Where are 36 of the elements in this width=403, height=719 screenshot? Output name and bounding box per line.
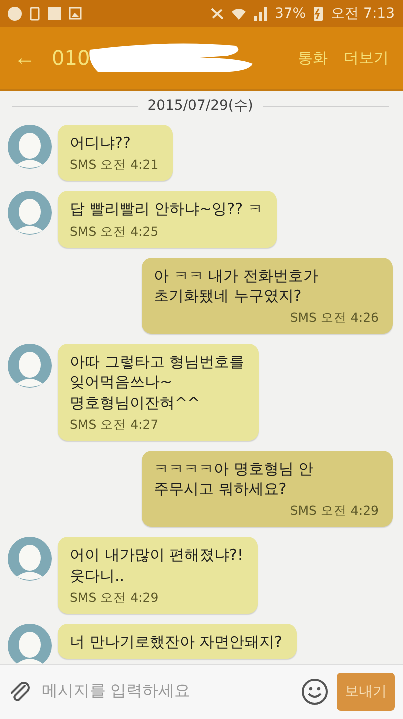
message-text: 답 빨리빨리 안하냐~잉?? ㅋ [70, 199, 263, 220]
message-time: SMS 오전 4:29 [70, 590, 160, 607]
message-text: 아 ㅋㅋ 내가 전화번호가 초기화됐네 누구였지? [154, 266, 320, 306]
message-text: 어이 내가많이 편해졌냐?! 웃다니.. [70, 545, 244, 586]
message-time: SMS 오전 4:21 [70, 157, 159, 174]
message-text: 아따 그렇타고 형님번호를 잊어먹음쓰나~ 명호형님이잔혀^^ [70, 352, 245, 413]
send-button[interactable]: 보내기 [337, 673, 395, 711]
contact-number: 010 [52, 46, 90, 70]
signal-icon [254, 6, 267, 20]
notification-icon [48, 7, 61, 20]
message-time: SMS 오전 4:25 [70, 224, 160, 240]
wifi-icon [232, 8, 246, 20]
message-time: SMS 오전 4:26 [289, 310, 379, 327]
header-action[interactable]: 더보기 [344, 48, 389, 68]
message-text: 어디냐?? [70, 133, 132, 154]
emoji-icon[interactable] [301, 678, 329, 706]
message-input[interactable]: 메시지를 입력하세요 [40, 682, 293, 702]
date-separator: 2015/07/29(수) [148, 97, 254, 115]
attach-icon[interactable] [8, 680, 32, 704]
phone-icon [30, 6, 40, 20]
header-action[interactable]: 통화 [298, 48, 328, 68]
avatar-icon [8, 344, 52, 388]
app-notification-icon [8, 6, 22, 20]
message-text: 너 만나기로했잔아 자면안돼지? [70, 632, 282, 652]
clock: 오전 7:13 [331, 4, 395, 22]
message-time: SMS 오전 4:27 [70, 416, 160, 434]
avatar-icon [8, 537, 52, 582]
avatar-icon [8, 125, 52, 169]
back-button[interactable]: ← [14, 45, 36, 71]
avatar-icon [8, 191, 52, 236]
mute-icon [210, 8, 224, 20]
image-icon [69, 7, 82, 20]
message-text: ㅋㅋㅋㅋ아 명호형님 안 주무시고 뭐하세요? [154, 458, 315, 500]
message-time: SMS 오전 4:29 [289, 503, 379, 520]
battery-icon [314, 6, 324, 21]
battery-level: 37% [274, 6, 306, 22]
